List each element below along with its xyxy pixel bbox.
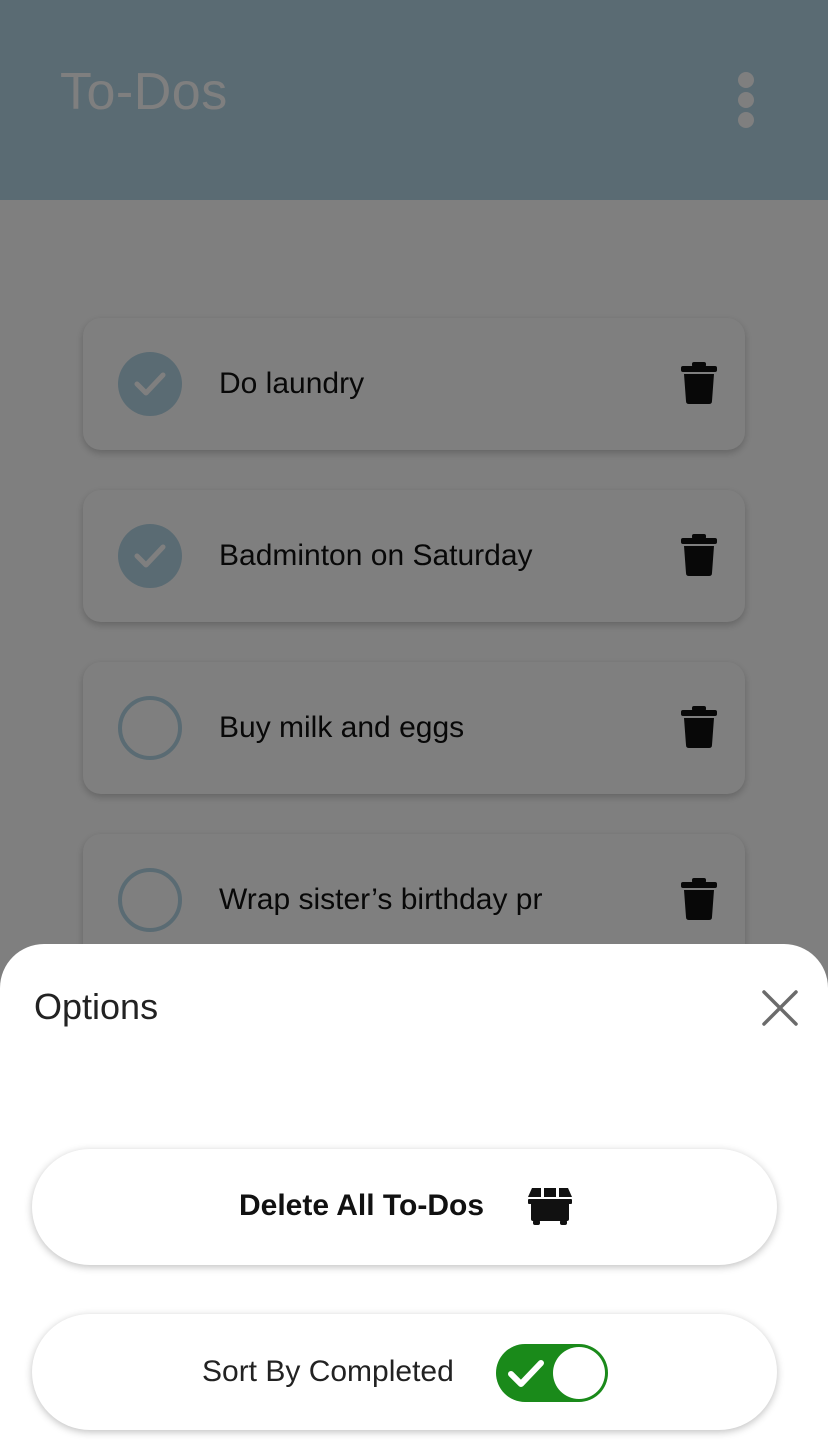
sort-toggle[interactable]: [496, 1344, 608, 1402]
delete-all-label: Delete All To-Dos: [239, 1189, 485, 1222]
delete-all-button[interactable]: Delete All To-Dos: [32, 1149, 777, 1265]
sheet-title: Options: [34, 986, 159, 1027]
options-sheet: Options Delete All To-Dos Sort By Comple…: [0, 944, 828, 1440]
sort-by-completed-row: Sort By Completed: [32, 1314, 777, 1430]
check-icon: [508, 1360, 544, 1387]
close-icon[interactable]: [760, 988, 800, 1028]
toggle-knob: [553, 1347, 605, 1399]
sort-label: Sort By Completed: [202, 1355, 454, 1388]
dumpster-icon: [528, 1188, 572, 1225]
